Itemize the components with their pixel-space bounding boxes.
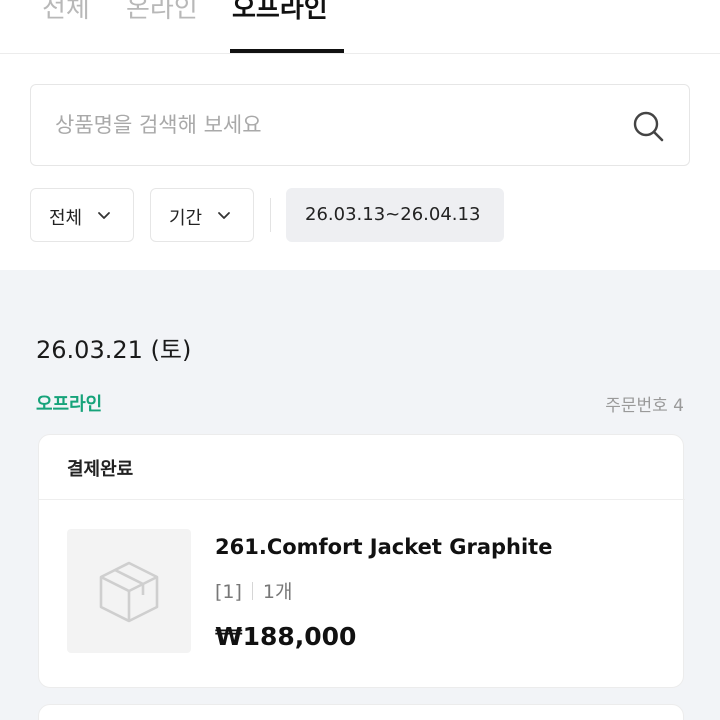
product-price: ₩188,000	[215, 622, 357, 651]
product-thumbnail[interactable]	[67, 529, 191, 653]
order-date-heading: 26.03.21 (토)	[36, 336, 192, 364]
product-name[interactable]: 261.Comfort Jacket Graphite	[215, 535, 552, 559]
next-order-card[interactable]	[38, 704, 684, 720]
period-filter-dropdown[interactable]: 기간	[150, 188, 254, 242]
tab-all[interactable]: 전체	[42, 0, 90, 40]
date-range-button[interactable]: 26.03.13~26.04.13	[286, 188, 504, 242]
status-filter-label: 전체	[49, 208, 83, 229]
option-divider	[251, 582, 253, 600]
date-range-label: 26.03.13~26.04.13	[305, 204, 481, 225]
card-divider	[39, 499, 685, 500]
search-icon[interactable]	[631, 109, 665, 143]
order-number: 주문번호 4	[605, 396, 684, 416]
product-option-line: [1] 1개	[215, 577, 293, 604]
product-option: [1]	[215, 581, 242, 603]
product-quantity: 1개	[262, 581, 293, 603]
active-tab-indicator	[230, 49, 344, 53]
tab-online[interactable]: 온라인	[126, 0, 198, 40]
search-input[interactable]	[55, 105, 615, 145]
chevron-down-icon	[98, 212, 110, 219]
status-filter-dropdown[interactable]: 전체	[30, 188, 134, 242]
order-card[interactable]: 결제완료 261.Comfort Jacket Graphite [1] 1개 ₩…	[38, 434, 685, 688]
filter-divider	[270, 198, 271, 232]
search-box	[30, 84, 690, 166]
chevron-down-icon	[218, 212, 230, 219]
box-icon	[99, 561, 159, 623]
order-channel-label: 오프라인	[36, 394, 103, 415]
tab-bar: 전체 온라인 오프라인	[0, 0, 720, 54]
payment-status: 결제완료	[67, 459, 134, 480]
period-filter-label: 기간	[169, 208, 203, 229]
tab-offline[interactable]: 오프라인	[232, 0, 328, 40]
